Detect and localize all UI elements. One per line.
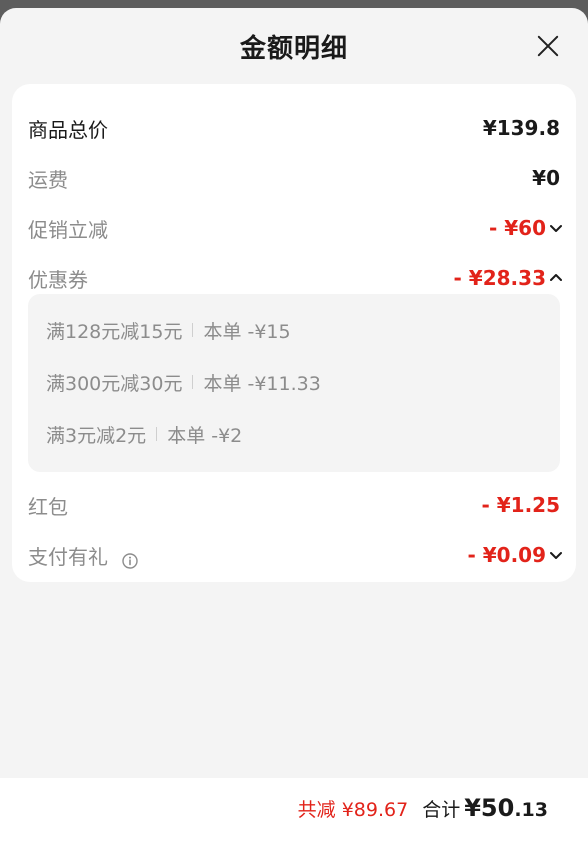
row-goods-total: 商品总价 ¥139.8: [28, 112, 560, 144]
info-icon[interactable]: [122, 550, 139, 569]
pay-gift-label-wrap: 支付有礼: [28, 541, 139, 570]
amount-detail-sheet: 金额明细 商品总价 ¥139.8 运费 ¥0 促销立减 - ¥60 优惠券 - …: [0, 8, 588, 844]
row-pay-gift[interactable]: 支付有礼 - ¥0.09: [28, 539, 562, 571]
amount-card: 商品总价 ¥139.8 运费 ¥0 促销立减 - ¥60 优惠券 - ¥28.3…: [12, 84, 576, 582]
coupon-label: 优惠券: [28, 267, 88, 292]
coupon-value: - ¥28.33: [453, 266, 546, 290]
red-packet-value: - ¥1.25: [481, 493, 560, 517]
total-integer: 50: [480, 794, 515, 822]
divider: [192, 375, 194, 389]
row-promo[interactable]: 促销立减 - ¥60: [28, 212, 562, 244]
chevron-down-icon[interactable]: [550, 550, 562, 560]
sheet-header: 金额明细: [0, 8, 588, 84]
shipping-value: ¥0: [532, 166, 560, 190]
pay-gift-value: - ¥0.09: [467, 543, 546, 567]
row-red-packet: 红包 - ¥1.25: [28, 489, 560, 521]
saved-amount: 共减 ¥89.67: [297, 799, 409, 821]
total-currency: ¥: [464, 794, 481, 822]
divider: [156, 427, 158, 441]
red-packet-label: 红包: [28, 494, 68, 519]
close-icon[interactable]: [536, 34, 560, 58]
coupon-amount: 本单 -¥15: [203, 320, 291, 343]
pay-gift-value-wrap: - ¥0.09: [467, 543, 562, 567]
promo-value: - ¥60: [488, 216, 546, 240]
coupon-item: 满3元减2元 本单 -¥2: [46, 420, 242, 448]
coupon-rule: 满3元减2元: [46, 424, 147, 447]
divider: [192, 323, 194, 337]
coupon-item: 满300元减30元 本单 -¥11.33: [46, 368, 321, 396]
goods-total-value: ¥139.8: [482, 116, 560, 140]
page-title: 金额明细: [239, 33, 348, 64]
coupon-amount: 本单 -¥2: [167, 424, 243, 447]
row-coupon[interactable]: 优惠券 - ¥28.33: [28, 262, 562, 294]
total-decimal: .13: [514, 799, 548, 821]
coupon-value-wrap: - ¥28.33: [453, 266, 562, 290]
shipping-label: 运费: [28, 167, 68, 192]
goods-total-label: 商品总价: [28, 117, 108, 142]
total-summary: 共减 ¥89.67 合计 ¥ 50 .13: [298, 794, 548, 822]
coupon-amount: 本单 -¥11.33: [203, 372, 321, 395]
coupon-detail-box: 满128元减15元 本单 -¥15 满300元减30元 本单 -¥11.33 满…: [28, 294, 560, 472]
chevron-up-icon[interactable]: [550, 273, 562, 283]
promo-label: 促销立减: [28, 217, 108, 242]
promo-value-wrap: - ¥60: [488, 216, 562, 240]
pay-gift-label: 支付有礼: [28, 544, 108, 569]
coupon-rule: 满128元减15元: [46, 320, 183, 343]
coupon-rule: 满300元减30元: [46, 372, 183, 395]
chevron-down-icon[interactable]: [550, 223, 562, 233]
row-shipping: 运费 ¥0: [28, 162, 560, 194]
total-bar: 共减 ¥89.67 合计 ¥ 50 .13: [0, 778, 588, 844]
total-label: 合计: [422, 799, 461, 821]
coupon-item: 满128元减15元 本单 -¥15: [46, 316, 291, 344]
